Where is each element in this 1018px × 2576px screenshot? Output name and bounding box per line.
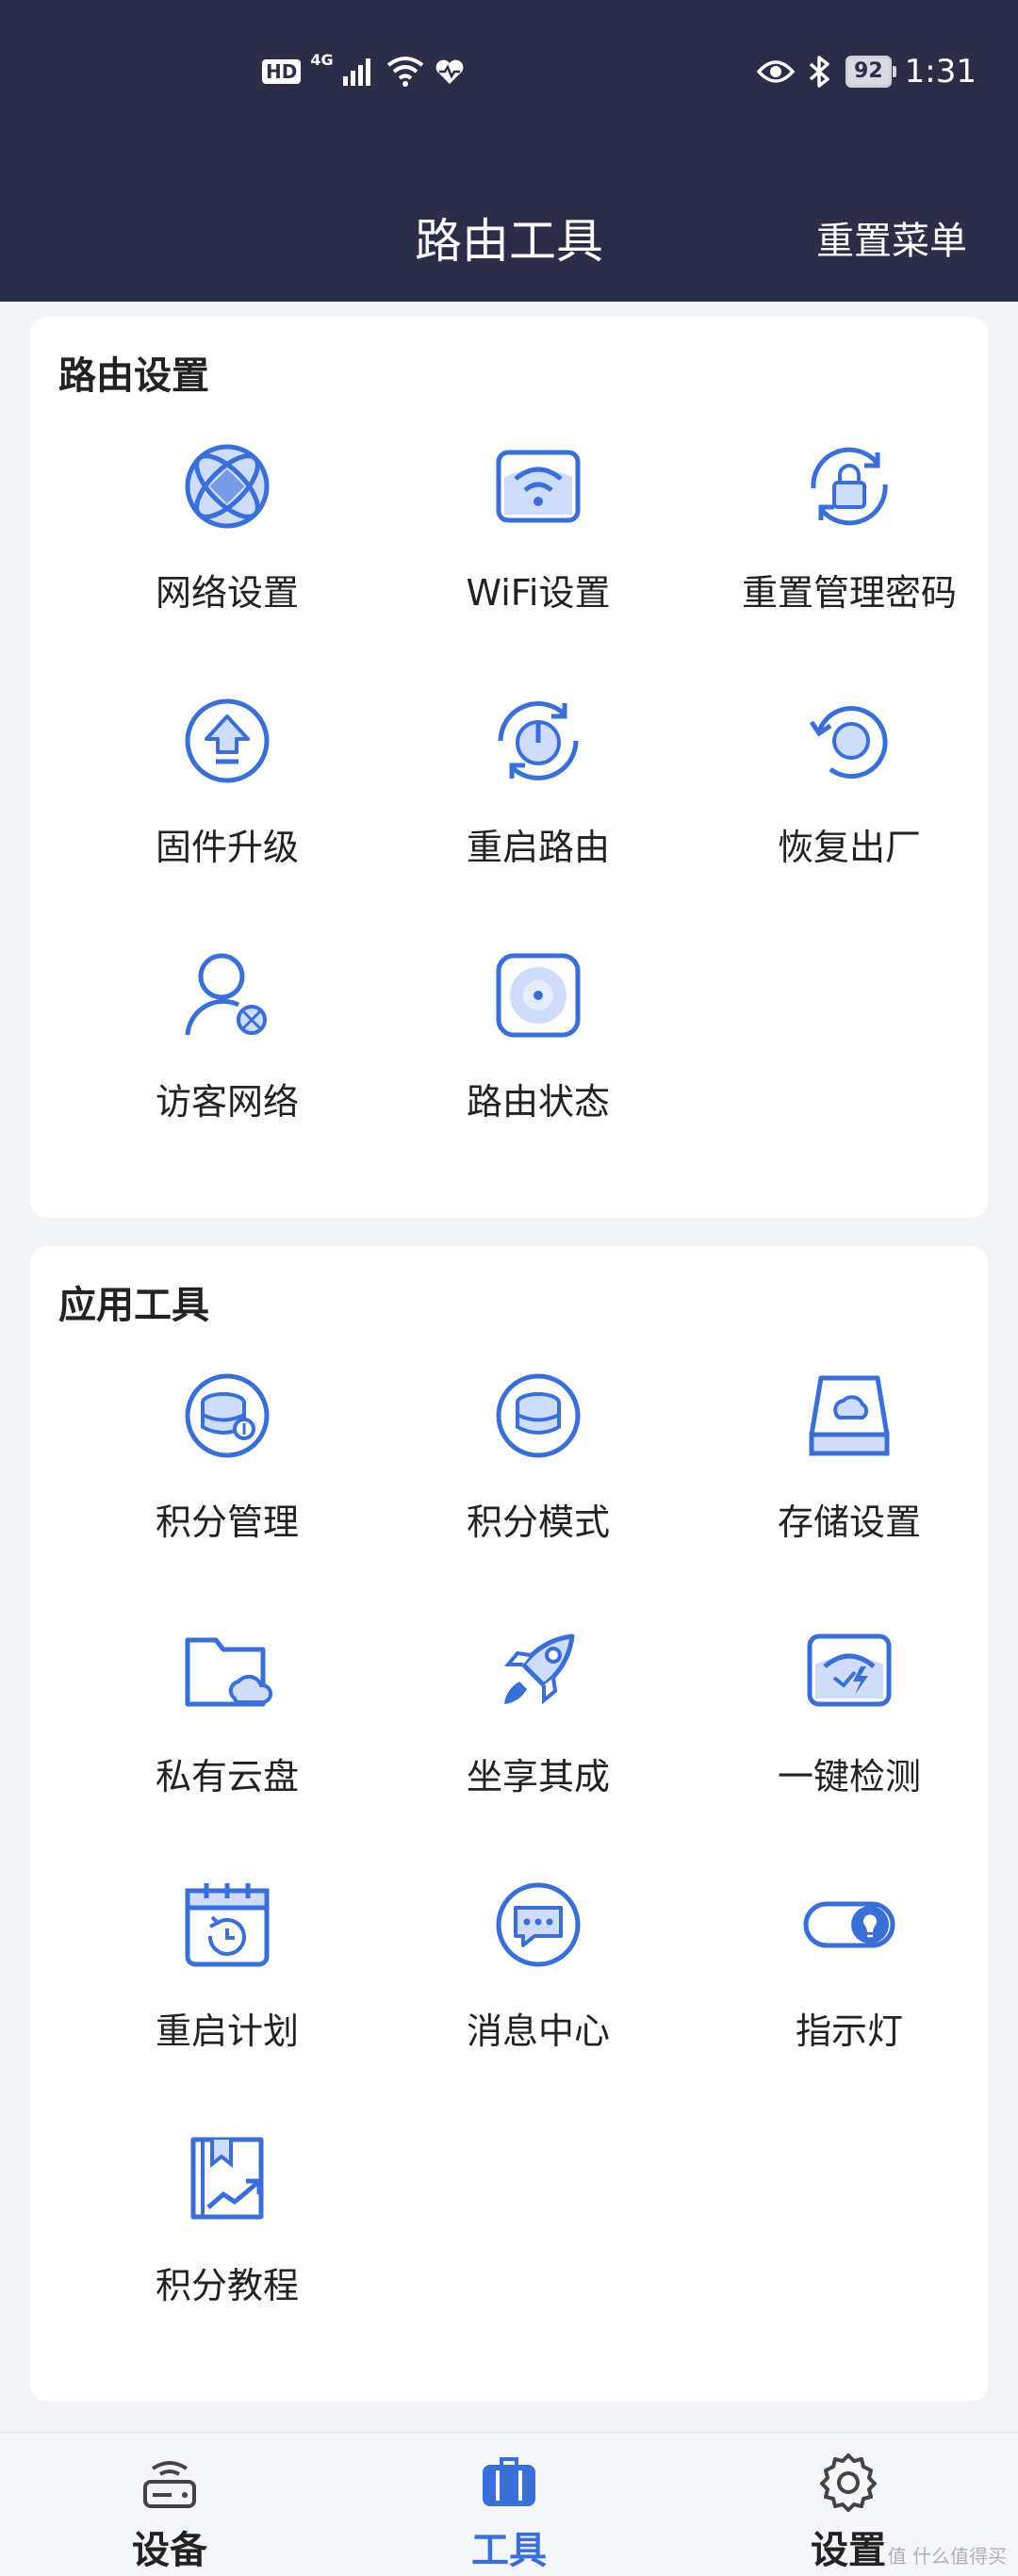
toolbox-icon: [483, 2457, 535, 2506]
tile-points-tutorial[interactable]: 积分教程: [72, 2132, 383, 2387]
hd-badge: HD: [262, 59, 302, 84]
tile-label: 指示灯: [795, 2010, 903, 2052]
tile-private-cloud[interactable]: 私有云盘: [72, 1623, 383, 1878]
tile-label: 存储设置: [777, 1501, 921, 1543]
power-restart-icon: [498, 701, 579, 780]
tile-label: 积分模式: [466, 1501, 610, 1543]
tile-label: 访客网络: [155, 1081, 299, 1123]
tile-passive-income[interactable]: 坐享其成: [383, 1623, 694, 1878]
tile-restart-schedule[interactable]: 重启计划: [72, 1878, 383, 2132]
gear-icon: [820, 2453, 877, 2512]
bottom-tab-bar: 设备 工具 设置 值 什么值得买: [0, 2432, 1018, 2576]
tile-storage-settings[interactable]: 存储设置: [694, 1369, 1005, 1623]
tile-label: 固件升级: [155, 827, 299, 868]
tab-label: 设备: [132, 2529, 207, 2572]
router-settings-card: 路由设置 网络设置 WiFi设置 重置管理密码 固件升级 重启路由 恢复出厂 访…: [30, 317, 988, 1218]
coins-manage-icon: [185, 1373, 270, 1458]
globe-icon: [185, 444, 270, 529]
tile-router-status[interactable]: 路由状态: [383, 948, 694, 1203]
tile-label: 私有云盘: [155, 1756, 299, 1797]
bluetooth-icon: [809, 56, 829, 88]
tile-factory-restore[interactable]: 恢复出厂: [694, 694, 1005, 948]
tile-label: 重启路由: [466, 827, 610, 868]
tab-label: 工具: [471, 2529, 547, 2572]
calendar-restart-icon: [185, 1883, 270, 1967]
tile-guest-network[interactable]: 访客网络: [72, 948, 383, 1203]
router-device-icon: [143, 2461, 196, 2508]
message-icon: [496, 1882, 581, 1967]
tile-label: 重启计划: [155, 2010, 299, 2052]
tile-label: 一键检测: [777, 1756, 921, 1797]
tile-wifi-settings[interactable]: WiFi设置: [383, 439, 694, 694]
status-time: 1:31: [904, 53, 977, 90]
tile-message-center[interactable]: 消息中心: [383, 1878, 694, 2132]
tile-label: 路由状态: [466, 1081, 610, 1123]
tile-network-settings[interactable]: 网络设置: [72, 439, 383, 694]
tile-indicator-light[interactable]: 指示灯: [694, 1878, 1005, 2132]
tile-label: 坐享其成: [466, 1756, 610, 1797]
tile-label: 重置管理密码: [741, 572, 957, 614]
health-heart-icon: [435, 59, 464, 84]
tile-one-click-check[interactable]: 一键检测: [694, 1623, 1005, 1878]
restore-icon: [809, 706, 888, 779]
network-type: 4G: [310, 51, 334, 69]
reset-menu-button[interactable]: 重置菜单: [816, 213, 967, 270]
tile-label: 积分管理: [155, 1501, 299, 1543]
speed-check-icon: [807, 1633, 892, 1707]
tile-points-management[interactable]: 积分管理: [72, 1369, 383, 1623]
tile-points-mode[interactable]: 积分模式: [383, 1369, 694, 1623]
tile-restart-router[interactable]: 重启路由: [383, 694, 694, 948]
eye-icon: [757, 60, 796, 83]
light-toggle-icon: [803, 1901, 895, 1948]
wifi-signal-icon: [386, 57, 423, 87]
app-header: HD 4G 92 1:31 路由工具 重置菜单: [0, 0, 1018, 302]
section-title: 路由设置: [58, 354, 209, 398]
tile-label: 网络设置: [155, 572, 299, 614]
tile-label: 消息中心: [466, 2010, 610, 2052]
storage-cloud-icon: [809, 1375, 890, 1456]
router-status-icon: [496, 953, 581, 1038]
watermark: 值 什么值得买: [887, 2545, 1007, 2568]
lock-refresh-icon: [811, 447, 888, 526]
guest-user-icon: [185, 953, 267, 1036]
folder-cloud-icon: [185, 1637, 272, 1707]
rocket-icon: [503, 1633, 575, 1705]
section-title: 应用工具: [58, 1284, 209, 1327]
tile-reset-admin-password[interactable]: 重置管理密码: [694, 439, 1005, 694]
tutorial-book-icon: [190, 2137, 264, 2220]
tile-label: 积分教程: [155, 2265, 299, 2306]
upgrade-icon: [185, 698, 270, 783]
coins-icon: [496, 1373, 581, 1458]
status-bar: HD 4G 92 1:31: [0, 45, 1018, 98]
signal-icon: [342, 58, 370, 86]
battery-indicator: 92: [846, 56, 896, 88]
tile-firmware-upgrade[interactable]: 固件升级: [72, 694, 383, 948]
tile-label: WiFi设置: [466, 572, 611, 614]
tile-label: 恢复出厂: [777, 827, 921, 868]
wifi-icon: [496, 450, 581, 523]
tab-devices[interactable]: 设备: [47, 2433, 292, 2576]
tab-tools[interactable]: 工具: [386, 2433, 632, 2576]
app-tools-card: 应用工具 积分管理 积分模式 存储设置 私有云盘 坐享其成 一键检测 重启计划 …: [30, 1246, 988, 2402]
